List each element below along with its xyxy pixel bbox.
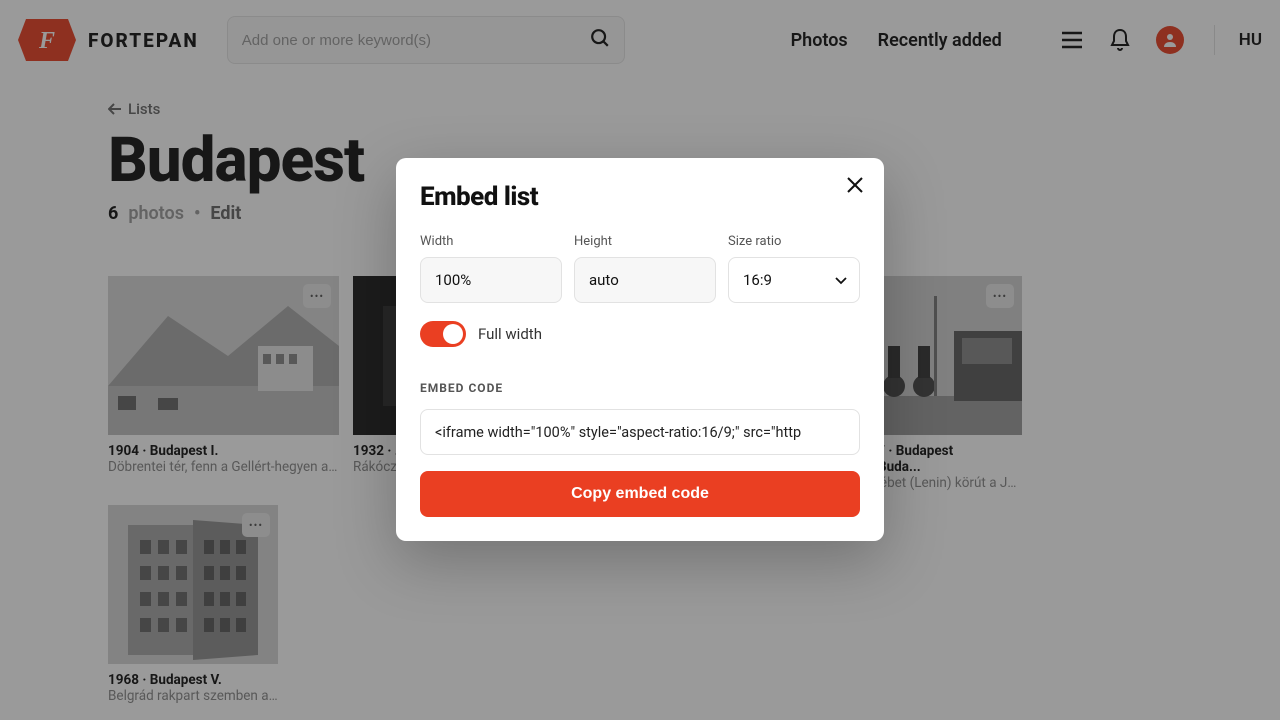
ratio-label: Size ratio — [728, 234, 860, 249]
height-input[interactable]: auto — [574, 257, 716, 303]
height-label: Height — [574, 234, 716, 249]
fullwidth-label: Full width — [478, 325, 542, 343]
embed-code-input[interactable]: <iframe width="100%" style="aspect-ratio… — [420, 409, 860, 455]
fullwidth-toggle[interactable] — [420, 321, 466, 347]
ratio-field: Size ratio 16:9 — [728, 234, 860, 303]
fullwidth-row: Full width — [420, 321, 860, 347]
close-icon[interactable] — [846, 176, 864, 198]
copy-embed-button[interactable]: Copy embed code — [420, 471, 860, 517]
embed-modal: Embed list Width 100% Height auto Size r… — [396, 158, 884, 541]
width-field: Width 100% — [420, 234, 562, 303]
chevron-down-icon — [835, 271, 847, 289]
height-field: Height auto — [574, 234, 716, 303]
ratio-select[interactable]: 16:9 — [728, 257, 860, 303]
modal-overlay[interactable]: Embed list Width 100% Height auto Size r… — [0, 0, 1280, 720]
form-row: Width 100% Height auto Size ratio 16:9 — [420, 234, 860, 303]
width-label: Width — [420, 234, 562, 249]
embed-code-heading: EMBED CODE — [420, 381, 860, 395]
modal-title: Embed list — [420, 182, 860, 212]
width-input[interactable]: 100% — [420, 257, 562, 303]
